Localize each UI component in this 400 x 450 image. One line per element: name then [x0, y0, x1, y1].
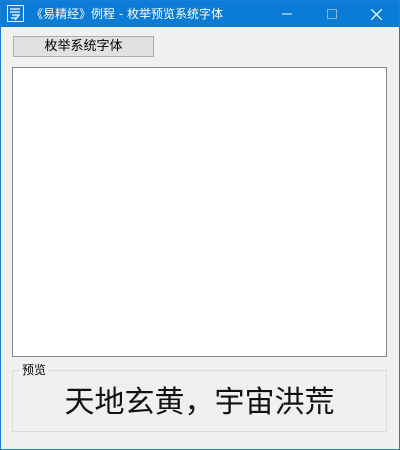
- maximize-button[interactable]: [309, 1, 354, 27]
- enumerate-fonts-button[interactable]: 枚举系统字体: [13, 36, 154, 57]
- window-title: 《易精经》例程 - 枚举预览系统字体: [31, 7, 223, 21]
- minimize-icon: [281, 13, 292, 15]
- preview-group: 预览 天地玄黄，宇宙洪荒: [12, 362, 387, 432]
- font-list-box[interactable]: [12, 67, 387, 357]
- close-icon: [371, 8, 382, 20]
- preview-sample-text: 天地玄黄，宇宙洪荒: [64, 385, 335, 420]
- close-button[interactable]: [354, 1, 399, 27]
- minimize-button[interactable]: [264, 1, 309, 27]
- app-icon[interactable]: [7, 5, 24, 22]
- main-window: 《易精经》例程 - 枚举预览系统字体 枚举系统字体 预览 天地玄黄，宇宙洪荒: [0, 0, 400, 450]
- preview-group-label: 预览: [20, 362, 49, 378]
- maximize-icon: [326, 9, 337, 19]
- title-bar[interactable]: 《易精经》例程 - 枚举预览系统字体: [1, 1, 399, 27]
